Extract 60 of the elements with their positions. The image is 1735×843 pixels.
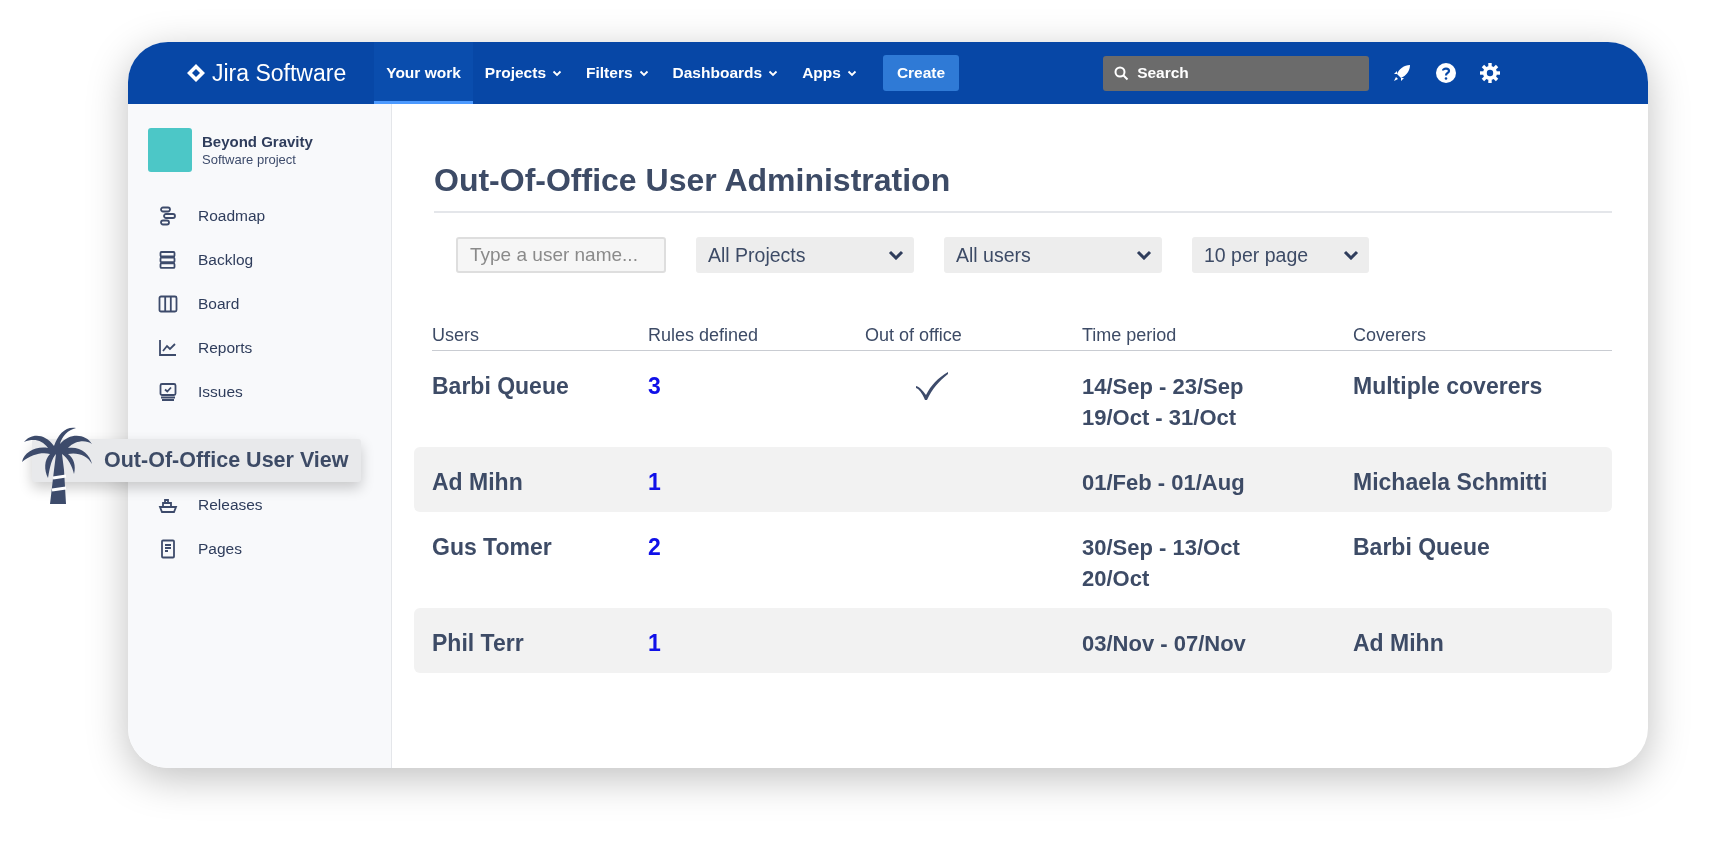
column-header: Users	[432, 325, 480, 347]
chevron-icon	[888, 250, 904, 260]
nav-item[interactable]: Apps	[790, 42, 869, 104]
nav-item[interactable]: Projects	[472, 42, 575, 104]
page-title: Out-Of-Office User Administration	[434, 162, 1612, 213]
chart-icon	[158, 338, 178, 358]
rules-count-link[interactable]: 3	[648, 371, 865, 402]
search-icon	[1114, 65, 1130, 81]
search-field[interactable]: Search	[1103, 55, 1370, 91]
project-avatar	[148, 128, 192, 172]
sidebar-item[interactable]: Backlog	[148, 238, 391, 282]
stacked-list-icon	[158, 250, 178, 270]
columns-icon	[158, 294, 178, 314]
rules-count-link[interactable]: 2	[648, 532, 865, 563]
palm-tree-icon	[20, 426, 94, 506]
chevron-icon	[1136, 250, 1152, 260]
nav-item[interactable]: Filters	[574, 42, 661, 104]
coverer-name: Michaela Schmitti	[1353, 468, 1549, 497]
column-header: Coverers	[1353, 325, 1428, 347]
coverer-name: Barbi Queue	[1353, 533, 1491, 562]
dropdown-select[interactable]: 10 per page	[1192, 237, 1369, 273]
rules-count-link[interactable]: 1	[648, 628, 865, 659]
sidebar-item[interactable]: Releases	[148, 483, 391, 527]
column-header: Rules defined	[648, 325, 760, 347]
time-period: 03/Nov - 07/Nov	[1082, 630, 1247, 658]
user-name: Phil Terr	[432, 629, 525, 658]
coverer-name: Ad Mihn	[1353, 629, 1445, 658]
coverer-name: Multiple coverers	[1353, 372, 1544, 401]
sidebar-item[interactable]: Issues	[148, 370, 391, 414]
sidebar-item[interactable]: Board	[148, 282, 391, 326]
product-name: Jira Software	[212, 59, 347, 87]
time-period: 30/Sep - 13/Oct 20/Oct	[1082, 534, 1241, 593]
column-header: Time period	[1082, 325, 1178, 347]
user-name: Barbi Queue	[432, 372, 570, 401]
time-period: 14/Sep - 23/Sep 19/Oct - 31/Oct	[1082, 373, 1245, 432]
chevron-icon	[1343, 250, 1359, 260]
project-name: Beyond Gravity	[202, 133, 313, 150]
sidebar-item[interactable]: Reports	[148, 326, 391, 370]
column-header: Out of office	[865, 325, 963, 347]
user-name: Ad Mihn	[432, 468, 524, 497]
user-name: Gus Tomer	[432, 533, 553, 562]
rules-count-link[interactable]: 1	[648, 467, 865, 498]
project-type: Software project	[202, 152, 297, 167]
help-icon[interactable]	[1435, 62, 1458, 84]
dropdown-select[interactable]: All Projects	[696, 237, 914, 273]
create-button[interactable]: Create	[882, 55, 960, 91]
user-name-field[interactable]: Type a user name...	[456, 237, 666, 273]
nav-item[interactable]: Your work	[374, 42, 473, 104]
monitor-check-icon	[158, 382, 178, 402]
out-of-office-view-link[interactable]: Out-Of-Office User View	[32, 438, 361, 482]
checkmark-icon	[915, 371, 949, 401]
dropdown-select[interactable]: All users	[944, 237, 1162, 273]
sidebar-item[interactable]: Roadmap	[148, 194, 391, 238]
settings-icon[interactable]	[1479, 62, 1502, 84]
nav-item[interactable]: Dashboards	[660, 42, 791, 104]
logo-icon	[186, 63, 206, 83]
page-icon	[158, 539, 178, 559]
time-period: 01/Feb - 01/Aug	[1082, 469, 1246, 497]
roadmap-icon	[158, 206, 178, 226]
sidebar-item[interactable]: Pages	[148, 527, 391, 571]
